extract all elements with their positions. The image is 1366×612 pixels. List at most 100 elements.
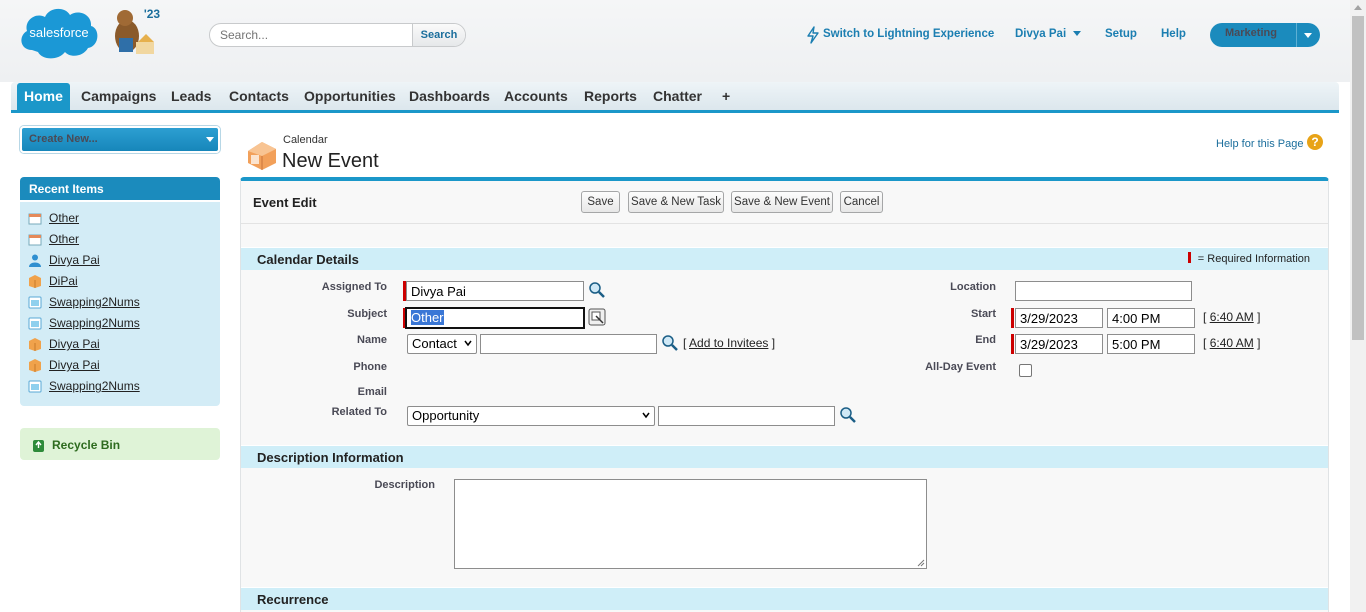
user-menu[interactable]: Divya Pai — [1015, 28, 1082, 40]
related-type-value: Opportunity — [412, 408, 480, 423]
salesforce-logo[interactable]: salesforce — [18, 4, 100, 61]
svg-text:salesforce: salesforce — [29, 25, 88, 40]
required-legend: = Required Information — [1187, 252, 1310, 265]
lookup-icon[interactable] — [839, 406, 857, 424]
app-switcher-label: Marketing — [1225, 27, 1277, 39]
setup-link[interactable]: Setup — [1105, 28, 1137, 40]
all-day-event-checkbox[interactable] — [1019, 364, 1032, 377]
subject-combobox-icon[interactable] — [588, 308, 606, 326]
recent-items-list: Other Other Divya Pai DiPai Swapping2Num… — [20, 202, 220, 406]
help-for-this-page-link[interactable]: Help for this Page — [1216, 138, 1303, 150]
lightning-bolt-icon — [807, 26, 819, 44]
scroll-up-icon[interactable] — [1354, 5, 1362, 10]
assigned-to-field[interactable] — [406, 281, 584, 301]
bracket: [ — [1203, 336, 1207, 350]
tab-bar: Home Campaigns Leads Contacts Opportunit… — [11, 82, 1339, 113]
required-legend-text: = Required Information — [1197, 253, 1310, 265]
related-type-select[interactable]: Opportunity — [407, 406, 655, 426]
contact-icon — [29, 254, 41, 267]
save-new-task-button[interactable]: Save & New Task — [628, 191, 724, 213]
related-to-field[interactable] — [658, 406, 835, 426]
tab-campaigns[interactable]: Campaigns — [81, 88, 156, 104]
tab-opportunities[interactable]: Opportunities — [304, 88, 396, 104]
end-now-time-link[interactable]: 6:40 AM — [1210, 336, 1254, 350]
add-to-invitees: [ Add to Invitees ] — [683, 336, 775, 350]
account-icon — [29, 338, 41, 351]
assigned-to-label: Assigned To — [321, 281, 387, 293]
end-date-field[interactable] — [1015, 334, 1103, 354]
start-now-time-link[interactable]: 6:40 AM — [1210, 310, 1254, 324]
end-now-time: [ 6:40 AM ] — [1203, 336, 1260, 350]
required-marker — [1187, 252, 1191, 263]
chevron-down-icon — [1073, 31, 1082, 37]
page-title: New Event — [282, 150, 379, 172]
all-day-event-label: All-Day Event — [925, 361, 996, 373]
search-input[interactable] — [210, 24, 413, 46]
case-icon — [28, 317, 42, 330]
required-marker — [1011, 308, 1014, 328]
app-switcher-button[interactable]: Marketing — [1210, 23, 1320, 47]
all-tabs-plus-icon[interactable]: + — [722, 88, 730, 104]
event-icon — [28, 213, 42, 225]
switch-to-lightning-link[interactable]: Switch to Lightning Experience — [823, 28, 994, 40]
page-scrollbar[interactable] — [1350, 0, 1366, 612]
divider — [241, 223, 1328, 224]
end-time-field[interactable] — [1107, 334, 1195, 354]
bracket: [ — [1203, 310, 1207, 324]
help-question-icon[interactable]: ? — [1307, 134, 1323, 150]
search-button[interactable]: Search — [412, 24, 465, 46]
global-header: salesforce '23 Search Switch to Lightnin… — [0, 0, 1350, 82]
tab-chatter[interactable]: Chatter — [653, 88, 702, 104]
save-button[interactable]: Save — [581, 191, 620, 213]
start-date-field[interactable] — [1015, 308, 1103, 328]
create-new-dropdown[interactable]: Create New... — [20, 126, 220, 153]
add-to-invitees-link[interactable]: Add to Invitees — [689, 336, 768, 350]
breadcrumb: Calendar — [283, 134, 328, 146]
description-section-header: Description Information — [241, 445, 1328, 468]
chevron-down-icon — [642, 412, 650, 419]
help-link[interactable]: Help — [1161, 28, 1186, 40]
recent-item-label: Divya Pai — [49, 253, 100, 267]
resize-grip-icon[interactable] — [917, 559, 925, 567]
tab-leads[interactable]: Leads — [171, 88, 211, 104]
chevron-down-icon — [206, 137, 214, 142]
release-mascot-icon: '23 — [115, 7, 160, 54]
recent-item-label: Divya Pai — [49, 358, 100, 372]
user-menu-label: Divya Pai — [1015, 28, 1067, 40]
recycle-bin-link[interactable]: Recycle Bin — [20, 428, 220, 460]
tab-contacts[interactable]: Contacts — [229, 88, 289, 104]
end-label: End — [975, 334, 996, 346]
name-field[interactable] — [480, 334, 657, 354]
bracket: ] — [1257, 310, 1261, 324]
recent-item-label: Swapping2Nums — [49, 295, 140, 309]
case-icon — [28, 380, 42, 393]
tab-reports[interactable]: Reports — [584, 88, 637, 104]
save-new-event-button[interactable]: Save & New Event — [731, 191, 833, 213]
cancel-button[interactable]: Cancel — [840, 191, 883, 213]
tab-dashboards[interactable]: Dashboards — [409, 88, 490, 104]
tab-accounts[interactable]: Accounts — [504, 88, 568, 104]
section-title: Description Information — [257, 450, 404, 465]
create-new-label: Create New... — [29, 133, 98, 145]
recycle-bin-icon — [33, 440, 44, 452]
recent-item-label: DiPai — [49, 274, 78, 288]
bracket: [ — [683, 336, 687, 350]
start-time-field[interactable] — [1107, 308, 1195, 328]
subject-label: Subject — [347, 308, 387, 320]
lookup-icon[interactable] — [661, 334, 679, 352]
chevron-down-icon — [1304, 33, 1312, 38]
email-label: Email — [357, 386, 387, 398]
lookup-icon[interactable] — [588, 281, 606, 299]
recent-item-label: Other — [49, 232, 80, 246]
scrollbar-thumb[interactable] — [1352, 16, 1364, 340]
recent-item-label: Divya Pai — [49, 337, 100, 351]
name-type-select[interactable]: Contact — [407, 334, 477, 354]
chevron-down-icon — [464, 340, 472, 347]
description-textarea[interactable] — [454, 479, 927, 569]
subject-field[interactable]: Other — [405, 307, 585, 329]
recent-item-label: Swapping2Nums — [49, 379, 140, 393]
tab-home[interactable]: Home — [17, 83, 70, 110]
event-icon — [28, 234, 42, 246]
recent-items-header: Recent Items — [20, 177, 220, 200]
location-field[interactable] — [1015, 281, 1192, 301]
